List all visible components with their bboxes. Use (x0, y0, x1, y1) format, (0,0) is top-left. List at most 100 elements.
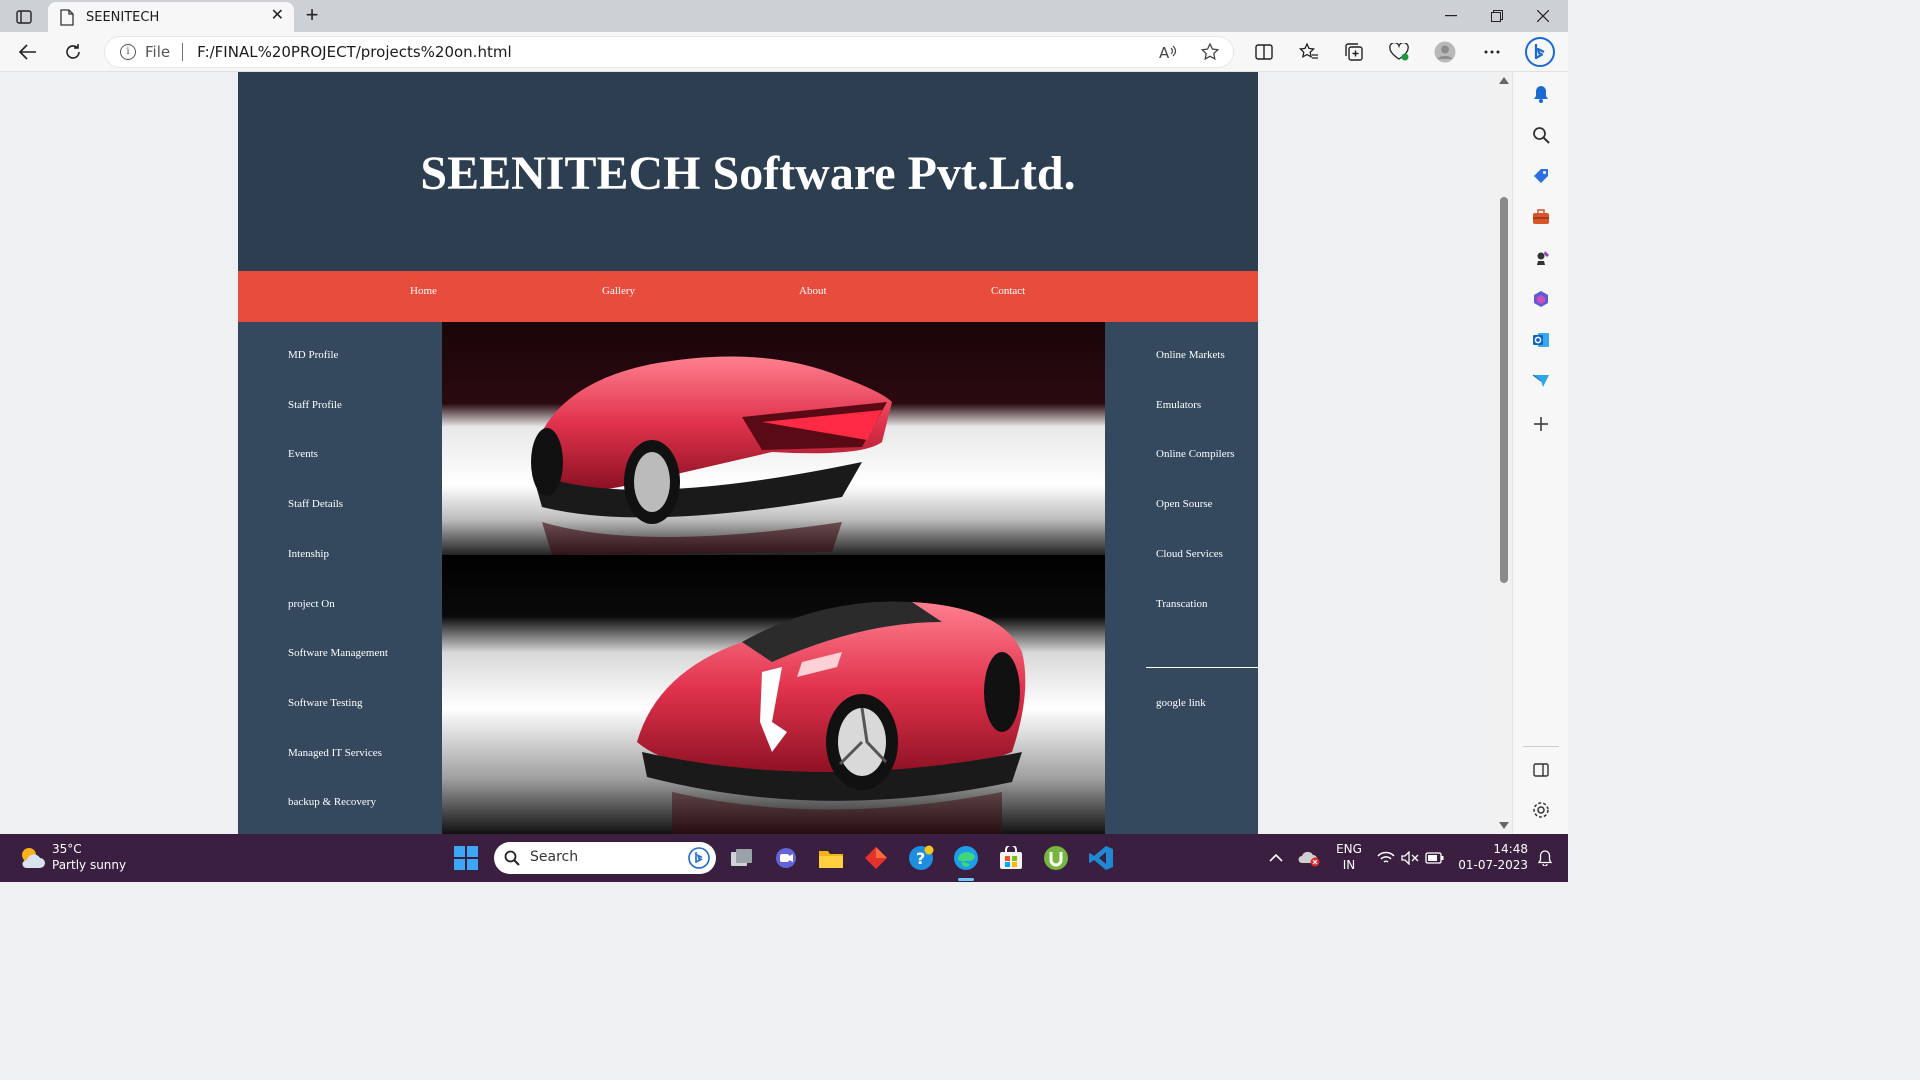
right-menu-google-link[interactable]: google link (1156, 697, 1206, 709)
get-help-icon[interactable]: ? (907, 844, 935, 872)
favorites-icon (1299, 43, 1318, 59)
star-glyph (1201, 43, 1219, 61)
send-icon[interactable] (1531, 371, 1551, 391)
outlook-glyph (1533, 333, 1549, 347)
scroll-thumb[interactable] (1500, 197, 1508, 583)
language-indicator-bottom[interactable]: IN (1334, 858, 1364, 872)
nav-link-contact[interactable]: Contact (991, 285, 1025, 297)
settings-more-button[interactable] (1476, 38, 1508, 66)
edge-sidebar (1512, 72, 1568, 834)
new-tab-button[interactable]: + (300, 4, 324, 28)
split-screen-button[interactable] (1248, 38, 1280, 66)
left-menu: MD Profile Staff Profile Events Staff De… (238, 322, 442, 834)
weather-description[interactable]: Partly sunny (52, 858, 126, 872)
task-view-icon[interactable] (728, 844, 756, 872)
restore-button[interactable] (1474, 4, 1520, 28)
microsoft-store-icon[interactable] (997, 844, 1025, 872)
scroll-up-arrow-icon[interactable] (1499, 77, 1509, 84)
add-sidebar-app-icon[interactable] (1531, 414, 1551, 434)
left-menu-staff-details[interactable]: Staff Details (288, 498, 343, 510)
clock-date[interactable]: 01-07-2023 (1448, 858, 1528, 872)
notification-center-icon[interactable] (1534, 847, 1556, 869)
back-button[interactable] (12, 38, 44, 66)
page-scrollbar[interactable] (1496, 72, 1512, 834)
close-icon (1537, 10, 1549, 22)
address-url[interactable]: F:/FINAL%20PROJECT/projects%20on.html (197, 43, 512, 61)
onedrive-error-icon[interactable] (1295, 844, 1323, 872)
nav-link-home[interactable]: Home (410, 285, 437, 297)
close-window-button[interactable] (1520, 4, 1566, 28)
read-aloud-glyph: A (1159, 44, 1177, 60)
notifications-bell-icon[interactable] (1531, 84, 1551, 104)
active-tab[interactable]: SEENITECH ✕ (48, 2, 294, 32)
scroll-down-arrow-icon[interactable] (1499, 822, 1509, 829)
address-bar[interactable]: i File F:/FINAL%20PROJECT/projects%20on.… (104, 36, 1234, 68)
split-screen-icon (1255, 44, 1273, 60)
folder-glyph (819, 851, 843, 868)
favorite-star-icon[interactable] (1200, 42, 1220, 62)
right-menu-open-source[interactable]: Open Sourse (1156, 498, 1213, 510)
edge-browser-icon[interactable] (952, 844, 980, 872)
shopping-tag-icon[interactable] (1531, 166, 1551, 186)
left-menu-md-profile[interactable]: MD Profile (288, 349, 338, 361)
left-menu-managed-it[interactable]: Managed IT Services (288, 747, 382, 759)
site-header: SEENITECH Software Pvt.Ltd. (238, 72, 1258, 271)
cloud-glyph (1298, 851, 1320, 867)
hide-sidebar-icon[interactable] (1531, 760, 1551, 780)
tab-actions-button[interactable] (10, 6, 38, 28)
tools-briefcase-icon[interactable] (1531, 207, 1551, 227)
left-menu-staff-profile[interactable]: Staff Profile (288, 399, 342, 411)
read-aloud-icon[interactable]: A (1158, 42, 1178, 62)
utorrent-icon[interactable] (1042, 844, 1070, 872)
svg-text:?: ? (916, 849, 925, 868)
browser-toolbar: i File F:/FINAL%20PROJECT/projects%20on.… (0, 32, 1568, 72)
clock-time[interactable]: 14:48 (1458, 842, 1528, 856)
left-menu-events[interactable]: Events (288, 448, 318, 460)
site-info-icon[interactable]: i (120, 44, 136, 60)
outlook-icon[interactable] (1531, 330, 1551, 350)
nav-link-about[interactable]: About (799, 285, 827, 297)
address-separator (182, 43, 184, 61)
weather-temperature[interactable]: 35°C (52, 842, 82, 856)
tab-close-icon[interactable]: ✕ (271, 8, 284, 24)
games-chess-icon[interactable] (1531, 248, 1551, 268)
show-hidden-icons-chevron-icon[interactable] (1262, 844, 1290, 872)
right-menu-online-markets[interactable]: Online Markets (1156, 349, 1225, 361)
office-icon[interactable] (1531, 289, 1551, 309)
left-menu-internship[interactable]: Intenship (288, 548, 329, 560)
nav-link-gallery[interactable]: Gallery (602, 285, 635, 297)
sidebar-settings-gear-icon[interactable] (1531, 800, 1551, 820)
partly-sunny-weather-icon[interactable] (18, 844, 46, 872)
send-glyph (1532, 374, 1549, 387)
bing-chat-button[interactable] (1522, 35, 1558, 69)
volume-muted-icon[interactable] (1396, 844, 1424, 872)
left-menu-software-management[interactable]: Software Management (288, 647, 388, 659)
windows-start-icon[interactable] (454, 846, 478, 870)
heart-pulse-icon (1389, 43, 1409, 61)
vscode-icon[interactable] (1087, 844, 1115, 872)
left-menu-software-testing[interactable]: Software Testing (288, 697, 363, 709)
tag-glyph (1534, 169, 1548, 183)
language-indicator-top[interactable]: ENG (1334, 842, 1364, 856)
left-menu-backup-recovery[interactable]: backup & Recovery (288, 796, 376, 808)
browser-essentials-button[interactable] (1383, 38, 1415, 66)
collections-icon (1345, 43, 1363, 61)
teams-chat-icon[interactable] (772, 844, 800, 872)
favorites-button[interactable] (1293, 38, 1325, 66)
taskbar-search-box[interactable]: Search (494, 842, 716, 874)
right-menu-emulators[interactable]: Emulators (1156, 399, 1201, 411)
sidebar-search-icon[interactable] (1531, 125, 1551, 145)
right-menu-transaction[interactable]: Transcation (1156, 598, 1208, 610)
profile-button[interactable] (1429, 38, 1461, 66)
right-menu-online-compilers[interactable]: Online Compilers (1156, 448, 1235, 460)
avatar-icon (1434, 41, 1456, 63)
file-explorer-icon[interactable] (817, 844, 845, 872)
right-menu-cloud-services[interactable]: Cloud Services (1156, 548, 1223, 560)
left-menu-project-on[interactable]: project On (288, 598, 335, 610)
battery-icon[interactable] (1421, 844, 1449, 872)
red-diamond-app-icon[interactable] (862, 844, 890, 872)
minimize-button[interactable] (1428, 4, 1474, 28)
car-illustration (442, 322, 1105, 834)
refresh-button[interactable] (57, 38, 89, 66)
collections-button[interactable] (1338, 38, 1370, 66)
